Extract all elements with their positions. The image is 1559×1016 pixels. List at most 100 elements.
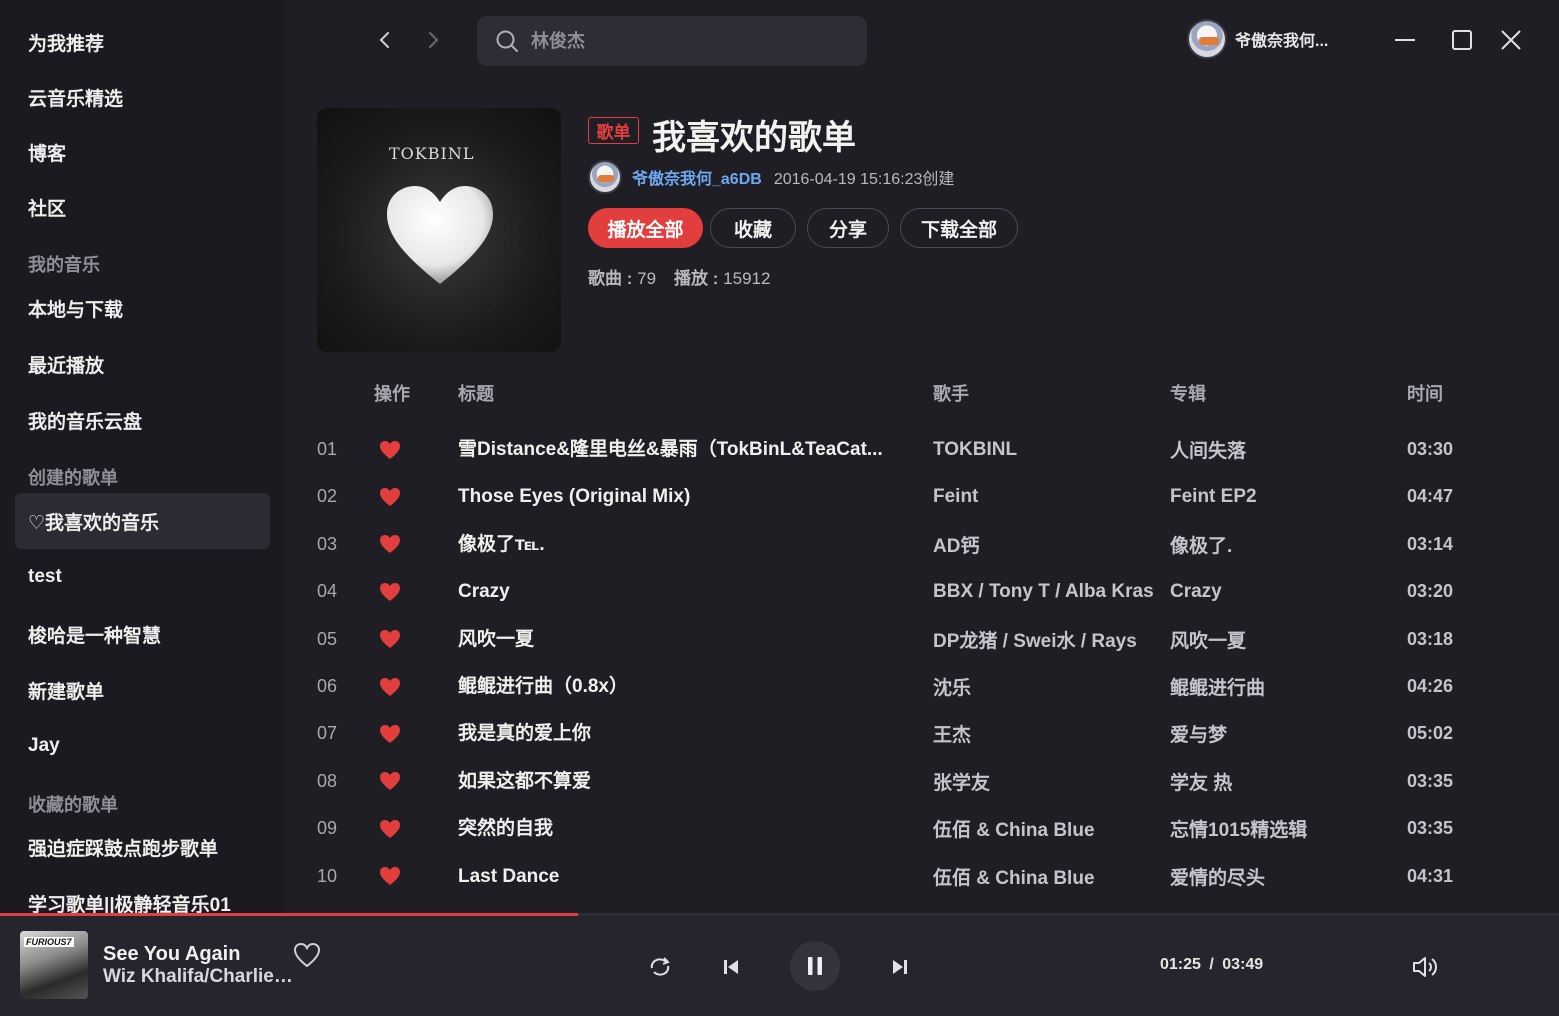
previous-button[interactable] bbox=[716, 952, 746, 982]
now-playing-cover[interactable]: FURIOUS7 bbox=[20, 931, 88, 999]
like-toggle[interactable] bbox=[379, 426, 401, 473]
track-album[interactable]: 爱情的尽头 bbox=[1170, 853, 1395, 900]
repeat-button[interactable] bbox=[645, 952, 675, 982]
sidebar-item-community[interactable]: 社区 bbox=[15, 179, 270, 235]
like-button[interactable] bbox=[292, 940, 322, 970]
sidebar-item-recommend[interactable]: 为我推荐 bbox=[15, 14, 270, 70]
track-title[interactable]: Crazy bbox=[458, 568, 898, 615]
track-artist[interactable]: Feint bbox=[933, 473, 1158, 520]
sidebar-item-playlist-jay[interactable]: Jay bbox=[15, 718, 270, 774]
table-row[interactable]: 07 我是真的爱上你 王杰 爱与梦 05:02 bbox=[317, 710, 1527, 757]
track-album[interactable]: 人间失落 bbox=[1170, 426, 1395, 473]
track-artist[interactable]: BBX / Tony T / Alba Kras bbox=[933, 568, 1158, 615]
track-album[interactable]: 风吹一夏 bbox=[1170, 616, 1395, 663]
track-album[interactable]: 忘情1015精选辑 bbox=[1170, 805, 1395, 852]
close-button[interactable] bbox=[1495, 24, 1527, 56]
track-title[interactable]: 突然的自我 bbox=[458, 805, 898, 852]
track-artist[interactable]: 沈乐 bbox=[933, 663, 1158, 710]
like-toggle[interactable] bbox=[379, 473, 401, 520]
table-row[interactable]: 01 雪Distance&隆里电丝&暴雨（TokBinL&TeaCat... TOK… bbox=[317, 426, 1527, 473]
column-header-artist[interactable]: 歌手 bbox=[933, 380, 969, 406]
track-title[interactable]: 如果这都不算爱 bbox=[458, 758, 898, 805]
track-artist[interactable]: DP龙猪 / Swei水 / Rays bbox=[933, 616, 1158, 663]
sidebar-item-playlist-test[interactable]: test bbox=[15, 549, 270, 605]
pause-button[interactable] bbox=[790, 941, 840, 991]
track-album[interactable]: 爱与梦 bbox=[1170, 710, 1395, 757]
like-toggle[interactable] bbox=[379, 568, 401, 615]
table-row[interactable]: 03 像极了℡. AD钙 像极了. 03:14 bbox=[317, 521, 1527, 568]
next-button[interactable] bbox=[885, 952, 915, 982]
like-toggle[interactable] bbox=[379, 853, 401, 900]
track-title[interactable]: 我是真的爱上你 bbox=[458, 710, 898, 757]
table-row[interactable]: 10 Last Dance 伍佰 & China Blue 爱情的尽头 04:31 bbox=[317, 853, 1527, 900]
like-toggle[interactable] bbox=[379, 805, 401, 852]
track-duration: 03:35 bbox=[1407, 818, 1454, 839]
heart-filled-icon bbox=[380, 582, 400, 601]
sidebar-item-cloud-disk[interactable]: 我的音乐云盘 bbox=[15, 392, 270, 448]
track-album[interactable]: Crazy bbox=[1170, 568, 1395, 615]
track-artist[interactable]: 伍佰 & China Blue bbox=[933, 853, 1158, 900]
track-title[interactable]: 风吹一夏 bbox=[458, 616, 898, 663]
now-playing-title[interactable]: See You Again bbox=[103, 943, 240, 966]
track-title[interactable]: 雪Distance&隆里电丝&暴雨（TokBinL&TeaCat... bbox=[458, 426, 898, 473]
column-header-title[interactable]: 标题 bbox=[458, 380, 494, 406]
track-artist[interactable]: 张学友 bbox=[933, 758, 1158, 805]
sidebar-item-featured[interactable]: 云音乐精选 bbox=[15, 69, 270, 125]
now-playing-artist[interactable]: Wiz Khalifa/Charlie Puth bbox=[103, 966, 298, 988]
search-input[interactable] bbox=[531, 30, 831, 52]
like-toggle[interactable] bbox=[379, 710, 401, 757]
like-toggle[interactable] bbox=[379, 758, 401, 805]
table-row[interactable]: 08 如果这都不算爱 张学友 学友 热 03:35 bbox=[317, 758, 1527, 805]
track-album[interactable]: 像极了. bbox=[1170, 521, 1395, 568]
sidebar-item-running-playlist[interactable]: 强迫症踩鼓点跑步歌单 bbox=[15, 819, 270, 875]
track-number: 03 bbox=[317, 533, 338, 554]
track-title[interactable]: Those Eyes (Original Mix) bbox=[458, 473, 898, 520]
track-artist[interactable]: AD钙 bbox=[933, 521, 1158, 568]
like-toggle[interactable] bbox=[379, 663, 401, 710]
sidebar-item-liked-music[interactable]: ♡我喜欢的音乐 bbox=[15, 493, 270, 549]
table-row[interactable]: 02 Those Eyes (Original Mix) Feint Feint EP… bbox=[317, 473, 1527, 520]
plays-stat: 播放 : 15912 bbox=[674, 264, 770, 289]
sidebar-item-study-playlist[interactable]: 学习歌单||极静轻音乐01 bbox=[15, 875, 270, 916]
avatar[interactable] bbox=[1187, 19, 1227, 59]
play-all-button[interactable]: 播放全部 bbox=[588, 208, 703, 248]
sidebar-item-local-download[interactable]: 本地与下载 bbox=[15, 280, 270, 336]
table-row[interactable]: 04 Crazy BBX / Tony T / Alba Kras Crazy 03:2… bbox=[317, 568, 1527, 615]
user-menu[interactable]: 爷傲奈我何... bbox=[1187, 19, 1328, 59]
forward-button[interactable] bbox=[419, 26, 447, 54]
sidebar-item-blog[interactable]: 博客 bbox=[15, 124, 270, 180]
back-button[interactable] bbox=[371, 26, 399, 54]
track-album[interactable]: Feint EP2 bbox=[1170, 473, 1395, 520]
sidebar-item-new-playlist[interactable]: 新建歌单 bbox=[15, 662, 270, 718]
table-row[interactable]: 09 突然的自我 伍佰 & China Blue 忘情1015精选辑 03:35 bbox=[317, 805, 1527, 852]
sidebar-item-playlist-suoha[interactable]: 梭哈是一种智慧 bbox=[15, 606, 270, 662]
track-album[interactable]: 鲲鲲进行曲 bbox=[1170, 663, 1395, 710]
sidebar-item-recent[interactable]: 最近播放 bbox=[15, 336, 270, 392]
creator-avatar[interactable] bbox=[588, 160, 622, 194]
track-title[interactable]: Last Dance bbox=[458, 853, 898, 900]
download-all-button[interactable]: 下载全部 bbox=[900, 208, 1018, 248]
track-artist[interactable]: TOKBINL bbox=[933, 426, 1158, 473]
track-artist[interactable]: 伍佰 & China Blue bbox=[933, 805, 1158, 852]
user-name[interactable]: 爷傲奈我何... bbox=[1235, 27, 1328, 51]
track-title[interactable]: 鲲鲲进行曲（0.8x） bbox=[458, 663, 898, 710]
total-time: 03:49 bbox=[1222, 956, 1264, 973]
share-button[interactable]: 分享 bbox=[807, 208, 889, 248]
like-toggle[interactable] bbox=[379, 521, 401, 568]
collect-button[interactable]: 收藏 bbox=[710, 208, 796, 248]
current-time: 01:25 bbox=[1160, 956, 1201, 973]
track-artist[interactable]: 王杰 bbox=[933, 710, 1158, 757]
column-header-duration[interactable]: 时间 bbox=[1407, 380, 1443, 406]
volume-button[interactable] bbox=[1408, 952, 1442, 982]
track-album[interactable]: 学友 热 bbox=[1170, 758, 1395, 805]
table-row[interactable]: 05 风吹一夏 DP龙猪 / Swei水 / Rays 风吹一夏 03:18 bbox=[317, 616, 1527, 663]
maximize-button[interactable] bbox=[1446, 24, 1478, 56]
minimize-button[interactable] bbox=[1389, 24, 1421, 56]
like-toggle[interactable] bbox=[379, 616, 401, 663]
track-number: 04 bbox=[317, 581, 338, 602]
column-header-album[interactable]: 专辑 bbox=[1170, 380, 1206, 406]
creator-name-link[interactable]: 爷傲奈我何_a6DB bbox=[632, 165, 762, 189]
table-row[interactable]: 06 鲲鲲进行曲（0.8x） 沈乐 鲲鲲进行曲 04:26 bbox=[317, 663, 1527, 710]
track-title[interactable]: 像极了℡. bbox=[458, 521, 898, 568]
search-box[interactable] bbox=[477, 16, 867, 66]
